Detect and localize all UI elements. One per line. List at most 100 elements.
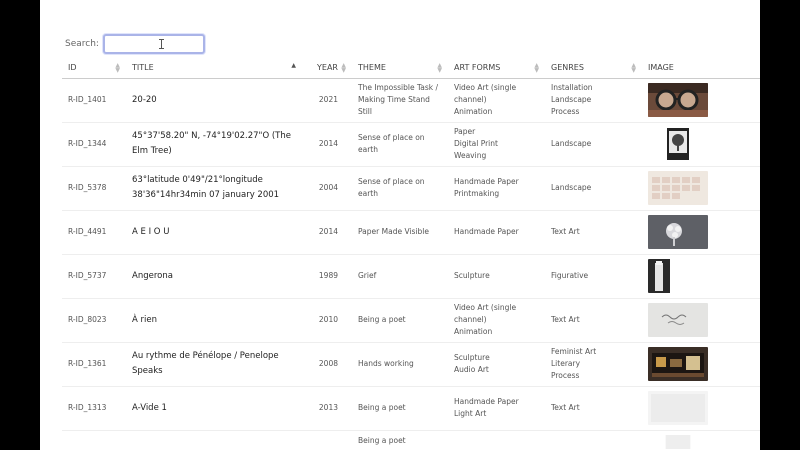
cell-genres: Text Art [545, 210, 642, 255]
table-row[interactable]: R-ID_1361 Au rythme de Pénélope / Penelop… [62, 342, 760, 387]
cell-id: R-ID_5737 [62, 254, 126, 299]
cell-genres: Text Art [545, 386, 642, 431]
art-forms-line: Light Art [454, 409, 487, 418]
column-header-id[interactable]: ID ▲ ▼ [62, 58, 126, 79]
box-sculpture-thumbnail[interactable] [648, 347, 754, 381]
cell-theme: Sense of place on earth [352, 122, 448, 167]
cell-art-forms: Handmade Paper [448, 210, 545, 255]
cell-title: Au rythme de Pénélope / Penelope Speaks [126, 342, 302, 387]
genres-line: Process [551, 371, 580, 380]
genres-line: Figurative [551, 271, 589, 280]
white-paper-thumbnail[interactable] [648, 391, 754, 425]
table-row[interactable]: R-ID_1401 20-20 2021 The Impossible Task / M… [62, 78, 760, 123]
table-row[interactable]: R-ID_5378 63°latitude 0'49"/21°longitude … [62, 166, 760, 211]
text-cursor-icon [159, 39, 167, 49]
cell-year: 2008 [302, 342, 352, 387]
tree-print-thumbnail[interactable] [648, 127, 754, 161]
table-row[interactable]: R-ID_1344 45°37'58.20" N, -74°19'02.27"O … [62, 122, 760, 167]
column-header-image[interactable]: IMAGE [642, 58, 760, 79]
cell-image[interactable] [642, 298, 760, 343]
cell-image[interactable] [642, 210, 760, 255]
cell-image[interactable] [642, 78, 760, 123]
genres-line: Text Art [551, 315, 580, 324]
sculpture-thumbnail[interactable] [648, 259, 754, 293]
cell-year: 1989 [302, 254, 352, 299]
cell-theme: Paper Made Visible [352, 210, 448, 255]
cell-id: R-ID_1313 [62, 386, 126, 431]
cell-theme: Sense of place on earth [352, 166, 448, 211]
cell-image[interactable] [642, 254, 760, 299]
cell-year: 2004 [302, 166, 352, 211]
cell-genres: Landscape [545, 166, 642, 211]
cell-year: 2010 [302, 298, 352, 343]
cell-art-forms: Video Art (single channel) Animation [448, 78, 545, 123]
art-forms-line: Handmade Paper [454, 227, 519, 236]
cell-title: 20-20 [126, 78, 302, 123]
art-forms-line: channel) [454, 315, 487, 324]
art-forms-line: Digital Print [454, 139, 498, 148]
cell-art-forms: Handmade Paper Light Art [448, 386, 545, 431]
handwriting-thumbnail[interactable] [648, 303, 754, 337]
cell-title: A-Vide 1 [126, 386, 302, 431]
theme-line: Being a poet [358, 315, 406, 324]
cell-theme: Being a poet [352, 430, 448, 450]
cell-image[interactable] [642, 342, 760, 387]
theme-line: Sense of place on earth [358, 177, 425, 198]
cell-art-forms: Handmade Paper Printmaking [448, 166, 545, 211]
art-forms-line: Sculpture [454, 271, 490, 280]
table-row[interactable]: R-ID_8023 À rien 2010 Being a poet Video Art… [62, 298, 760, 343]
cell-theme: Being a poet [352, 298, 448, 343]
theme-line: Grief [358, 271, 377, 280]
column-header-title[interactable]: TITLE ▲ [126, 58, 302, 79]
theme-line: Paper Made Visible [358, 227, 429, 236]
sort-icon: ▲ ▼ [115, 62, 120, 74]
column-header-theme[interactable]: THEME ▲ ▼ [352, 58, 448, 79]
genres-line: Landscape [551, 95, 592, 104]
table-row[interactable]: R-ID_5737 Angerona 1989 Grief Sculpture Figur… [62, 254, 760, 299]
search-input[interactable] [102, 34, 205, 54]
theme-line: Hands working [358, 359, 414, 368]
partial-thumbnail[interactable] [648, 434, 754, 449]
column-header-year[interactable]: YEAR ▲ ▼ [302, 58, 352, 79]
cell-image[interactable] [642, 122, 760, 167]
cell-title: 45°37'58.20" N, -74°19'02.27"O (The Elm … [126, 122, 302, 167]
art-forms-line: Printmaking [454, 189, 500, 198]
cell-title: À rien [126, 298, 302, 343]
cell-id: R-ID_1361 [62, 342, 126, 387]
search-label: Search: [65, 39, 99, 49]
glasses-portrait-thumbnail[interactable] [648, 83, 754, 117]
cell-genres [545, 430, 642, 450]
theme-line: The Impossible Task / [358, 83, 439, 92]
cell-title [126, 430, 302, 450]
column-header-art-forms[interactable]: ART FORMS ▲ ▼ [448, 58, 545, 79]
table-row[interactable]: R-ID_4491 A E I O U 2014 Paper Made Visible… [62, 210, 760, 255]
sort-icon: ▲ ▼ [534, 62, 539, 74]
genres-line: Text Art [551, 227, 580, 236]
cell-genres: Feminist Art Literary Process [545, 342, 642, 387]
art-forms-line: Animation [454, 107, 493, 116]
genres-line: Feminist Art [551, 347, 597, 356]
table-header-row: ID ▲ ▼ TITLE ▲ YEAR ▲ ▼ THEME ▲ ▼ ART FORMS ▲ ▼ G… [62, 58, 760, 79]
paper-grid-thumbnail[interactable] [648, 171, 754, 205]
table-row[interactable]: R-ID_1313 A-Vide 1 2013 Being a poet Handmad… [62, 386, 760, 431]
genres-line: Process [551, 107, 580, 116]
column-header-genres[interactable]: GENRES ▲ ▼ [545, 58, 642, 79]
cell-title: A E I O U [126, 210, 302, 255]
cell-image[interactable] [642, 166, 760, 211]
art-forms-line: Handmade Paper [454, 397, 519, 406]
table-body: R-ID_1401 20-20 2021 The Impossible Task / M… [62, 78, 760, 450]
sort-icon: ▲ ▼ [631, 62, 636, 74]
art-forms-line: Sculpture [454, 353, 490, 362]
cell-image[interactable] [642, 386, 760, 431]
table-row[interactable]: Being a poet [62, 430, 760, 450]
datatable-page: Search: ID ▲ ▼ TITLE ▲ YEAR ▲ ▼ THEME ▲ ▼ ART F… [40, 0, 760, 450]
cell-image[interactable] [642, 430, 760, 450]
paper-flower-thumbnail[interactable] [648, 215, 754, 249]
cell-theme: Hands working [352, 342, 448, 387]
cell-genres: Landscape [545, 122, 642, 167]
search-bar: Search: [65, 34, 205, 54]
cell-art-forms [448, 430, 545, 450]
cell-year: 2013 [302, 386, 352, 431]
genres-line: Literary [551, 359, 581, 368]
cell-theme: The Impossible Task / Making Time Stand S… [352, 78, 448, 123]
